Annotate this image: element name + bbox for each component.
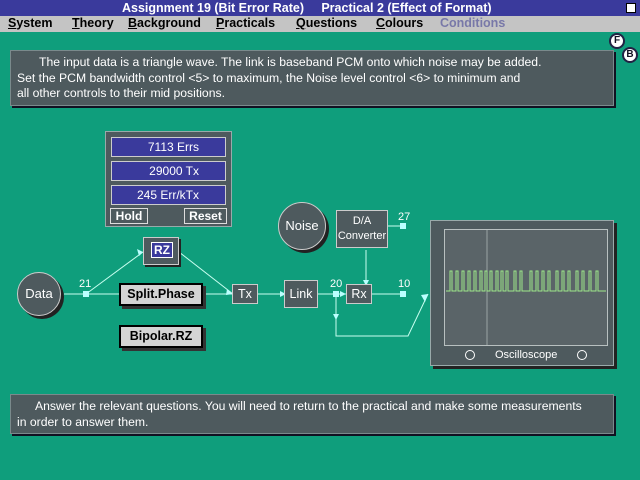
oscilloscope-label: Oscilloscope	[495, 349, 558, 361]
error-counter-panel: 7113 Errs 29000 Tx 245 Err/kTx Hold Rese…	[105, 131, 232, 227]
da-converter-label-1: D/A	[352, 215, 372, 227]
hold-button[interactable]: Hold	[110, 208, 148, 224]
oscilloscope-panel: Oscilloscope	[430, 220, 614, 366]
da-converter-label-2: Converter	[337, 230, 387, 242]
footer-line-1: Answer the relevant questions. You will …	[35, 399, 582, 413]
tx-block: Tx	[232, 284, 258, 304]
node-21-label: 21	[79, 278, 92, 290]
reset-button[interactable]: Reset	[184, 208, 227, 224]
node-27-terminal[interactable]	[400, 223, 406, 229]
rz-block[interactable]: RZ	[143, 237, 179, 265]
footer-panel: Answer the relevant questions. You will …	[10, 394, 614, 434]
da-converter-block: D/A Converter	[336, 210, 388, 248]
rx-block: Rx	[346, 284, 372, 304]
node-21-terminal[interactable]	[83, 291, 89, 297]
noise-source-label: Noise	[285, 218, 319, 233]
node-20-label: 20	[330, 278, 343, 290]
link-block: Link	[284, 280, 318, 308]
rz-button[interactable]: RZ	[151, 242, 173, 258]
errors-display: 7113 Errs	[111, 137, 226, 157]
footer-line-2: in order to answer them.	[17, 414, 149, 429]
error-rate-display: 245 Err/kTx	[111, 185, 226, 205]
node-27-label: 27	[398, 211, 411, 223]
split-phase-button[interactable]: Split.Phase	[119, 283, 203, 306]
node-10-label: 10	[398, 278, 411, 290]
data-source-node: Data	[17, 272, 61, 316]
oscilloscope-left-knob-icon[interactable]	[465, 350, 475, 360]
oscilloscope-right-knob-icon[interactable]	[577, 350, 587, 360]
data-source-label: Data	[25, 286, 53, 301]
oscilloscope-screen	[444, 229, 608, 346]
transmitted-display: 29000 Tx	[111, 161, 226, 181]
noise-source-node: Noise	[278, 202, 326, 250]
bipolar-rz-button[interactable]: Bipolar.RZ	[119, 325, 203, 348]
node-20-terminal[interactable]	[333, 291, 339, 297]
node-10-terminal[interactable]	[400, 291, 406, 297]
